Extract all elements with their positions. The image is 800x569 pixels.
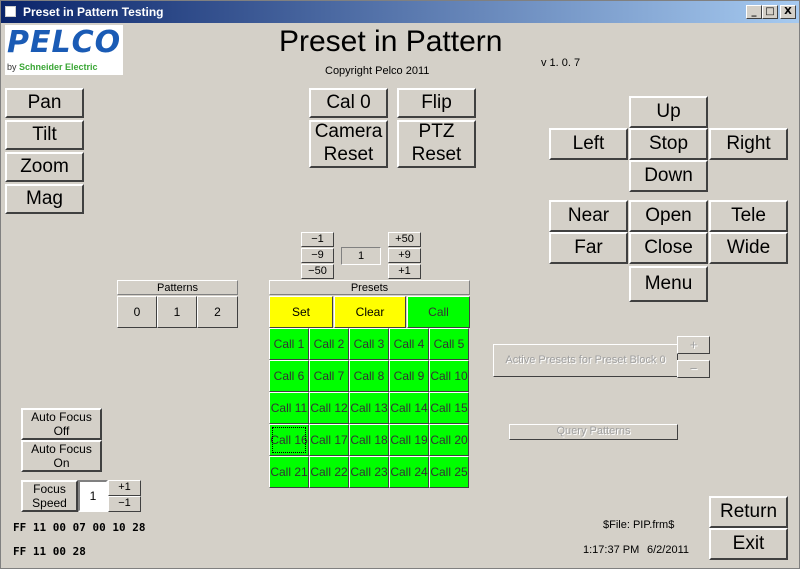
auto-focus-on-button[interactable]: Auto Focus On bbox=[21, 440, 102, 472]
active-presets-button[interactable]: Active Presets for Preset Block 0 bbox=[493, 344, 678, 377]
call-4-button[interactable]: Call 4 bbox=[389, 328, 429, 360]
focus-speed-label: Focus Speed bbox=[21, 480, 78, 512]
auto-focus-off-button[interactable]: Auto Focus Off bbox=[21, 408, 102, 440]
logo-company: Schneider Electric bbox=[19, 62, 98, 72]
time-label: 1:17:37 PM bbox=[583, 544, 640, 556]
app-window: Preset in Pattern Testing _ □ X PELCO by… bbox=[0, 0, 800, 569]
left-button[interactable]: Left bbox=[549, 128, 628, 160]
flip-button[interactable]: Flip bbox=[397, 88, 476, 118]
pan-button[interactable]: Pan bbox=[5, 88, 84, 118]
call-button[interactable]: Call bbox=[407, 296, 470, 328]
minus9-button[interactable]: −9 bbox=[301, 248, 334, 263]
maximize-button[interactable]: □ bbox=[762, 5, 778, 19]
query-patterns-button[interactable]: Query Patterns bbox=[509, 424, 678, 440]
pattern-2-button[interactable]: 2 bbox=[197, 296, 238, 328]
camera-reset-button[interactable]: Camera Reset bbox=[309, 120, 388, 168]
call-25-button[interactable]: Call 25 bbox=[429, 456, 469, 488]
copyright-label: Copyright Pelco 2011 bbox=[325, 65, 430, 77]
call-22-button[interactable]: Call 22 bbox=[309, 456, 349, 488]
hex-command-line-2: FF 11 00 28 bbox=[13, 545, 86, 558]
logo-by: by bbox=[7, 62, 17, 72]
call-10-button[interactable]: Call 10 bbox=[429, 360, 469, 392]
active-presets-minus-button[interactable]: − bbox=[677, 360, 710, 378]
active-presets-plus-button[interactable]: + bbox=[677, 336, 710, 354]
call-5-button[interactable]: Call 5 bbox=[429, 328, 469, 360]
cal0-button[interactable]: Cal 0 bbox=[309, 88, 388, 118]
call-8-button[interactable]: Call 8 bbox=[349, 360, 389, 392]
minimize-button[interactable]: _ bbox=[746, 5, 762, 19]
far-button[interactable]: Far bbox=[549, 232, 628, 264]
window-title: Preset in Pattern Testing bbox=[23, 5, 164, 19]
up-button[interactable]: Up bbox=[629, 96, 708, 128]
close-iris-button[interactable]: Close bbox=[629, 232, 708, 264]
minus50-button[interactable]: −50 bbox=[301, 264, 334, 279]
call-6-button[interactable]: Call 6 bbox=[269, 360, 309, 392]
clear-button[interactable]: Clear bbox=[334, 296, 406, 328]
call-3-button[interactable]: Call 3 bbox=[349, 328, 389, 360]
file-label: $File: PIP.frm$ bbox=[603, 519, 675, 531]
plus1-button[interactable]: +1 bbox=[388, 264, 421, 279]
call-11-button[interactable]: Call 11 bbox=[269, 392, 309, 424]
down-button[interactable]: Down bbox=[629, 160, 708, 192]
focus-speed-field[interactable]: 1 bbox=[78, 480, 108, 512]
page-title: Preset in Pattern bbox=[279, 25, 503, 58]
call-23-button[interactable]: Call 23 bbox=[349, 456, 389, 488]
patterns-header: Patterns bbox=[117, 280, 238, 295]
call-7-button[interactable]: Call 7 bbox=[309, 360, 349, 392]
call-24-button[interactable]: Call 24 bbox=[389, 456, 429, 488]
mag-button[interactable]: Mag bbox=[5, 184, 84, 214]
focus-speed-plus-button[interactable]: +1 bbox=[108, 480, 141, 496]
minus1-button[interactable]: −1 bbox=[301, 232, 334, 247]
presets-header: Presets bbox=[269, 280, 470, 295]
call-1-button[interactable]: Call 1 bbox=[269, 328, 309, 360]
open-button[interactable]: Open bbox=[629, 200, 708, 232]
near-button[interactable]: Near bbox=[549, 200, 628, 232]
call-17-button[interactable]: Call 17 bbox=[309, 424, 349, 456]
hex-command-line-1: FF 11 00 07 00 10 28 bbox=[13, 521, 146, 534]
title-bar[interactable]: Preset in Pattern Testing _ □ X bbox=[1, 1, 799, 23]
call-16-button[interactable]: Call 16 bbox=[269, 424, 309, 456]
call-20-button[interactable]: Call 20 bbox=[429, 424, 469, 456]
version-label: v 1. 0. 7 bbox=[541, 57, 581, 69]
ptz-reset-button[interactable]: PTZ Reset bbox=[397, 120, 476, 168]
menu-button[interactable]: Menu bbox=[629, 266, 708, 302]
exit-button[interactable]: Exit bbox=[709, 528, 788, 560]
return-button[interactable]: Return bbox=[709, 496, 788, 528]
tilt-button[interactable]: Tilt bbox=[5, 120, 84, 150]
pattern-1-button[interactable]: 1 bbox=[157, 296, 197, 328]
call-21-button[interactable]: Call 21 bbox=[269, 456, 309, 488]
call-19-button[interactable]: Call 19 bbox=[389, 424, 429, 456]
call-13-button[interactable]: Call 13 bbox=[349, 392, 389, 424]
call-14-button[interactable]: Call 14 bbox=[389, 392, 429, 424]
wide-button[interactable]: Wide bbox=[709, 232, 788, 264]
date-label: 6/2/2011 bbox=[647, 544, 690, 556]
preset-number-field[interactable]: 1 bbox=[341, 247, 381, 265]
app-icon bbox=[5, 6, 16, 17]
call-2-button[interactable]: Call 2 bbox=[309, 328, 349, 360]
pelco-logo: PELCO by Schneider Electric bbox=[5, 25, 123, 75]
call-9-button[interactable]: Call 9 bbox=[389, 360, 429, 392]
stop-button[interactable]: Stop bbox=[629, 128, 708, 160]
call-18-button[interactable]: Call 18 bbox=[349, 424, 389, 456]
tele-button[interactable]: Tele bbox=[709, 200, 788, 232]
plus50-button[interactable]: +50 bbox=[388, 232, 421, 247]
set-button[interactable]: Set bbox=[269, 296, 333, 328]
pattern-0-button[interactable]: 0 bbox=[117, 296, 157, 328]
plus9-button[interactable]: +9 bbox=[388, 248, 421, 263]
close-button[interactable]: X bbox=[780, 5, 796, 19]
call-15-button[interactable]: Call 15 bbox=[429, 392, 469, 424]
right-button[interactable]: Right bbox=[709, 128, 788, 160]
focus-speed-minus-button[interactable]: −1 bbox=[108, 496, 141, 512]
call-12-button[interactable]: Call 12 bbox=[309, 392, 349, 424]
zoom-button[interactable]: Zoom bbox=[5, 152, 84, 182]
logo-brand: PELCO bbox=[7, 25, 122, 60]
